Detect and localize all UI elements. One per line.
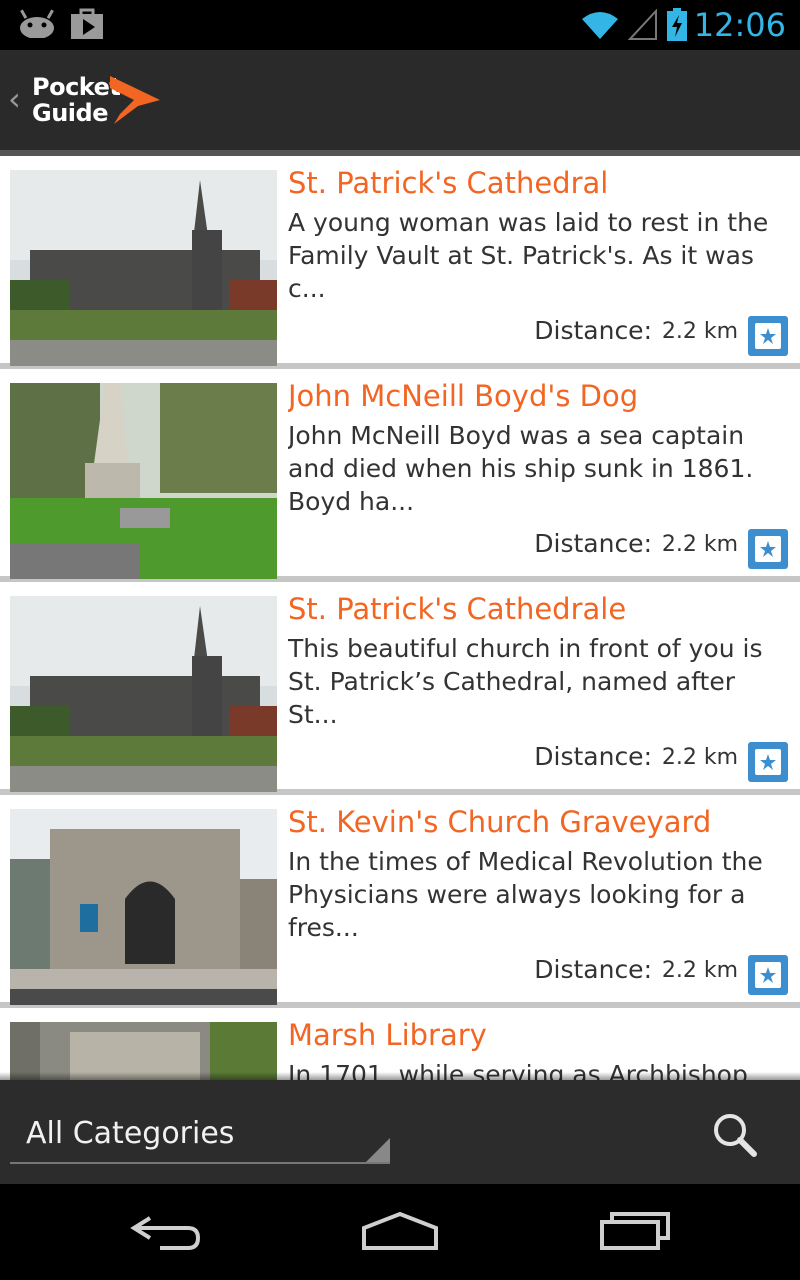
list-item[interactable]: St. Patrick's Cathedrale This beautiful …: [0, 582, 800, 795]
back-icon[interactable]: [130, 1208, 204, 1256]
system-nav-bar: [0, 1184, 800, 1280]
distance-label: Distance:: [534, 316, 652, 345]
poi-list[interactable]: St. Patrick's Cathedral A young woman wa…: [0, 156, 800, 1080]
play-store-icon: [70, 8, 104, 44]
item-description: This beautiful church in front of you is…: [288, 634, 763, 729]
stone-gate-photo: [10, 809, 277, 1005]
status-bar: 12:06: [0, 0, 800, 50]
wifi-icon: [580, 9, 620, 45]
app-logo[interactable]: Pocket Guide: [32, 72, 172, 132]
list-item[interactable]: Marsh Library In 1701, while serving as …: [0, 1008, 800, 1080]
distance-value: 2.2 km: [661, 745, 738, 770]
distance-label: Distance:: [534, 955, 652, 984]
dropdown-indicator-icon: [366, 1138, 390, 1162]
list-item[interactable]: St. Kevin's Church Graveyard In the time…: [0, 795, 800, 1008]
favorite-star-icon[interactable]: [748, 955, 788, 995]
favorite-star-icon[interactable]: [748, 316, 788, 356]
item-title[interactable]: John McNeill Boyd's Dog: [288, 379, 793, 413]
item-title[interactable]: St. Patrick's Cathedrale: [288, 592, 793, 626]
category-spinner[interactable]: All Categories: [10, 1110, 390, 1164]
item-title[interactable]: St. Kevin's Church Graveyard: [288, 805, 793, 839]
action-bar: ‹ Pocket Guide: [0, 50, 800, 150]
battery-charging-icon: [666, 8, 688, 46]
distance-label: Distance:: [534, 529, 652, 558]
shadow: [0, 1072, 800, 1080]
category-label: All Categories: [26, 1116, 235, 1151]
item-description: A young woman was laid to rest in the Fa…: [288, 208, 769, 303]
distance-value: 2.2 km: [661, 532, 738, 557]
list-item[interactable]: John McNeill Boyd's Dog John McNeill Boy…: [0, 369, 800, 582]
item-title[interactable]: St. Patrick's Cathedral: [288, 166, 793, 200]
up-caret-icon[interactable]: ‹: [8, 80, 21, 118]
cathedral-photo: [10, 170, 277, 366]
distance-value: 2.2 km: [661, 958, 738, 983]
monument-park-photo: [10, 383, 277, 579]
search-icon[interactable]: [710, 1110, 760, 1160]
item-description: John McNeill Boyd was a sea captain and …: [288, 421, 754, 516]
android-icon: [18, 8, 56, 44]
cathedral-photo: [10, 596, 277, 792]
item-title[interactable]: Marsh Library: [288, 1018, 793, 1052]
distance-label: Distance:: [534, 742, 652, 771]
distance-value: 2.2 km: [661, 319, 738, 344]
recents-icon[interactable]: [598, 1208, 674, 1256]
home-icon[interactable]: [360, 1208, 440, 1256]
favorite-star-icon[interactable]: [748, 529, 788, 569]
signal-icon: [627, 8, 658, 45]
logo-arrow-icon: [110, 76, 160, 124]
favorite-star-icon[interactable]: [748, 742, 788, 782]
logo-line2: Guide: [32, 99, 108, 127]
list-item[interactable]: St. Patrick's Cathedral A young woman wa…: [0, 156, 800, 369]
clock: 12:06: [693, 6, 786, 44]
item-description: In the times of Medical Revolution the P…: [288, 847, 763, 942]
filter-bar: All Categories: [0, 1072, 800, 1184]
